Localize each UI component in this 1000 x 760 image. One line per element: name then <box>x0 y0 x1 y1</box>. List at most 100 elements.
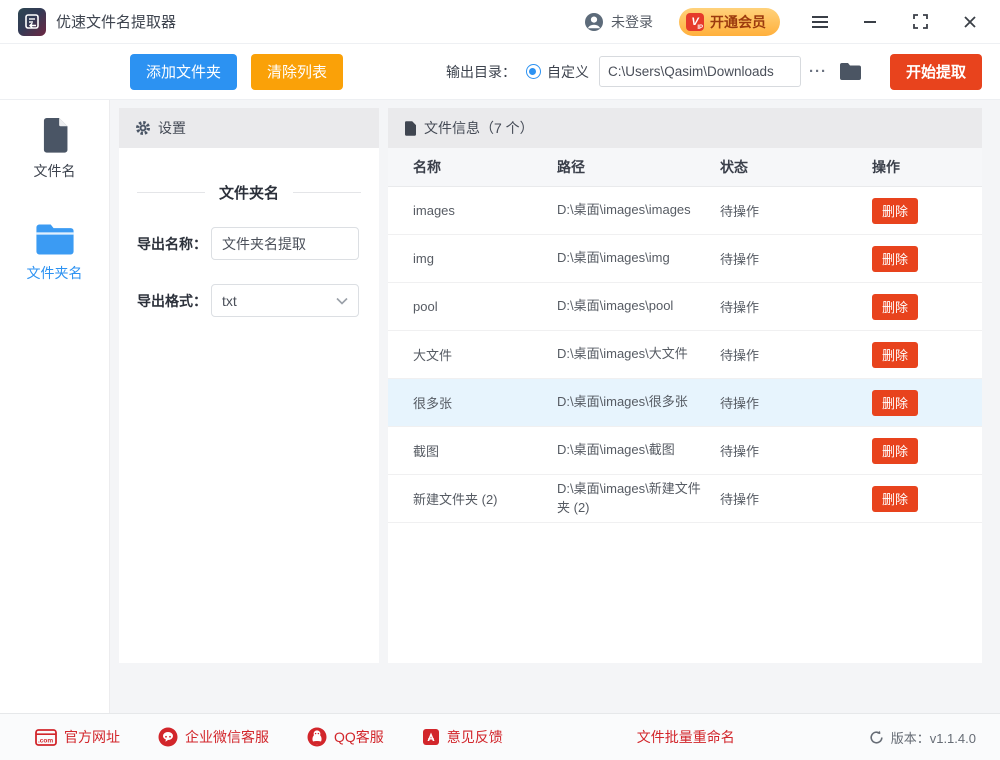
add-folder-button[interactable]: 添加文件夹 <box>130 54 237 90</box>
custom-dir-radio[interactable] <box>526 64 541 79</box>
table-body: images D:\桌面\images\images 待操作 删除 img D:… <box>388 187 982 523</box>
cell-status: 待操作 <box>720 249 872 268</box>
table-row[interactable]: images D:\桌面\images\images 待操作 删除 <box>388 187 982 235</box>
delete-button[interactable]: 删除 <box>872 486 918 512</box>
cell-name: 截图 <box>413 441 557 460</box>
delete-button[interactable]: 删除 <box>872 342 918 368</box>
col-action: 操作 <box>872 157 982 177</box>
col-status: 状态 <box>720 157 872 177</box>
cell-status: 待操作 <box>720 297 872 316</box>
delete-button[interactable]: 删除 <box>872 294 918 320</box>
delete-button[interactable]: 删除 <box>872 198 918 224</box>
cell-path: D:\桌面\images\img <box>557 249 720 268</box>
folder-icon <box>839 62 862 81</box>
wechat-icon <box>158 727 178 747</box>
start-extract-button[interactable]: 开始提取 <box>890 54 982 90</box>
table-column-header: 名称 路径 状态 操作 <box>388 148 982 187</box>
official-website-link[interactable]: .com 官方网址 <box>35 727 120 747</box>
cell-path: D:\桌面\images\很多张 <box>557 393 720 412</box>
table-row[interactable]: 大文件 D:\桌面\images\大文件 待操作 删除 <box>388 331 982 379</box>
vip-icon: VIP <box>686 13 704 31</box>
col-name: 名称 <box>413 157 557 177</box>
clear-list-button[interactable]: 清除列表 <box>251 54 343 90</box>
cell-name: img <box>413 251 557 266</box>
cell-path: D:\桌面\images\大文件 <box>557 345 720 364</box>
vip-label: 开通会员 <box>710 12 766 32</box>
hamburger-icon <box>811 15 829 29</box>
cell-status: 待操作 <box>720 489 872 508</box>
folder-blue-icon <box>35 223 75 256</box>
footer: .com 官方网址 企业微信客服 <box>0 713 1000 760</box>
file-icon <box>38 118 72 154</box>
feedback-icon <box>422 728 440 746</box>
maximize-button[interactable] <box>910 12 930 32</box>
user-icon <box>584 12 604 32</box>
gear-icon <box>135 120 151 136</box>
file-info-header: 文件信息（7 个） <box>388 108 982 148</box>
cell-name: 新建文件夹 (2) <box>413 489 557 508</box>
table-row[interactable]: 新建文件夹 (2) D:\桌面\images\新建文件夹 (2) 待操作 删除 <box>388 475 982 523</box>
sidebar-item-filename[interactable]: 文件名 <box>26 114 84 185</box>
refresh-icon[interactable] <box>869 730 884 745</box>
cell-path: D:\桌面\images\新建文件夹 (2) <box>557 480 720 518</box>
wechat-service-link[interactable]: 企业微信客服 <box>158 727 269 747</box>
batch-rename-link[interactable]: 文件批量重命名 <box>637 727 735 747</box>
cell-status: 待操作 <box>720 345 872 364</box>
export-format-select[interactable]: txt <box>211 284 359 317</box>
app-title: 优速文件名提取器 <box>56 11 176 32</box>
login-status-label: 未登录 <box>611 12 653 32</box>
close-icon <box>963 15 977 29</box>
delete-button[interactable]: 删除 <box>872 246 918 272</box>
export-format-value: txt <box>222 293 237 309</box>
export-name-input[interactable] <box>211 227 359 260</box>
login-status[interactable]: 未登录 <box>584 12 653 32</box>
export-format-label: 导出格式： <box>137 291 211 311</box>
qq-service-link[interactable]: QQ客服 <box>307 727 384 747</box>
delete-button[interactable]: 删除 <box>872 438 918 464</box>
qq-icon <box>307 727 327 747</box>
sidebar-item-label: 文件夹名 <box>27 263 83 283</box>
settings-header-label: 设置 <box>158 118 186 138</box>
cell-name: 很多张 <box>413 393 557 412</box>
file-info-title: 文件信息（7 个） <box>424 118 534 138</box>
output-path-input[interactable] <box>599 56 801 87</box>
table-row[interactable]: pool D:\桌面\images\pool 待操作 删除 <box>388 283 982 331</box>
col-path: 路径 <box>557 157 720 177</box>
app-window: 优速文件名提取器 未登录 VIP 开通会员 <box>0 0 1000 760</box>
cell-path: D:\桌面\images\images <box>557 201 720 220</box>
svg-text:.com: .com <box>38 737 53 744</box>
cell-name: pool <box>413 299 557 314</box>
table-row[interactable]: 很多张 D:\桌面\images\很多张 待操作 删除 <box>388 379 982 427</box>
cell-path: D:\桌面\images\pool <box>557 297 720 316</box>
sidebar-item-foldername[interactable]: 文件夹名 <box>19 219 91 287</box>
table-row[interactable]: 截图 D:\桌面\images\截图 待操作 删除 <box>388 427 982 475</box>
settings-panel-header: 设置 <box>119 108 379 148</box>
toolbar: 添加文件夹 清除列表 输出目录： 自定义 ··· 开始提取 <box>0 44 1000 100</box>
cell-name: 大文件 <box>413 345 557 364</box>
feedback-link[interactable]: 意见反馈 <box>422 727 503 747</box>
cell-status: 待操作 <box>720 201 872 220</box>
output-dir-label: 输出目录： <box>446 62 516 82</box>
minimize-button[interactable] <box>860 12 880 32</box>
close-button[interactable] <box>960 12 980 32</box>
content-area: 设置 文件夹名 导出名称： 导出格式： txt <box>110 100 1000 713</box>
browse-dots-button[interactable]: ··· <box>809 63 827 80</box>
dotcom-icon: .com <box>35 729 57 746</box>
menu-button[interactable] <box>810 12 830 32</box>
settings-panel: 设置 文件夹名 导出名称： 导出格式： txt <box>119 108 379 663</box>
sidebar-item-label: 文件名 <box>34 161 76 181</box>
custom-dir-radio-label: 自定义 <box>547 62 589 82</box>
chevron-down-icon <box>336 297 348 305</box>
open-vip-button[interactable]: VIP 开通会员 <box>679 8 780 36</box>
version-label: 版本：v1.1.4.0 <box>891 728 976 747</box>
title-bar: 优速文件名提取器 未登录 VIP 开通会员 <box>0 0 1000 44</box>
table-row[interactable]: img D:\桌面\images\img 待操作 删除 <box>388 235 982 283</box>
cell-status: 待操作 <box>720 393 872 412</box>
open-folder-button[interactable] <box>839 62 862 81</box>
app-logo-icon <box>18 8 46 36</box>
sidebar: 文件名 文件夹名 <box>0 100 110 713</box>
cell-path: D:\桌面\images\截图 <box>557 441 720 460</box>
section-title: 文件夹名 <box>205 182 293 203</box>
cell-name: images <box>413 203 557 218</box>
delete-button[interactable]: 删除 <box>872 390 918 416</box>
